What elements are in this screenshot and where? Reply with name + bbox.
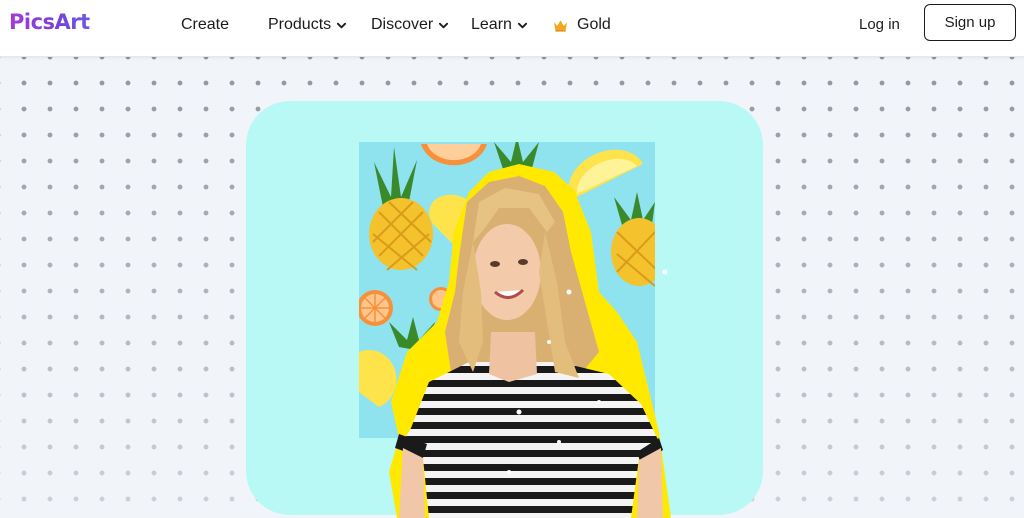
login-link[interactable]: Log in (859, 16, 900, 33)
nav-gold[interactable]: Gold (553, 16, 611, 34)
pineapple-decoration (611, 192, 655, 287)
chevron-down-icon (337, 22, 347, 28)
nav-discover-label: Discover (371, 16, 434, 33)
nav-learn-label: Learn (471, 16, 512, 33)
nav-gold-label: Gold (577, 16, 611, 33)
signup-button[interactable]: Sign up (924, 4, 1016, 41)
crown-icon (553, 19, 568, 32)
picsart-logo[interactable]: PicsArt (9, 10, 90, 34)
hero-sticker-photo (359, 142, 671, 518)
nav-products[interactable]: Products (268, 16, 347, 34)
chevron-down-icon (439, 22, 449, 28)
nav-learn[interactable]: Learn (471, 16, 528, 34)
nav-products-label: Products (268, 16, 332, 33)
nav-discover[interactable]: Discover (371, 16, 449, 34)
sticker-illustration (359, 142, 671, 518)
top-header: PicsArt Create Products Discover Learn G… (0, 0, 1024, 57)
nav-create[interactable]: Create (181, 16, 229, 34)
chevron-down-icon (517, 22, 528, 28)
nav-create-label: Create (181, 16, 230, 33)
